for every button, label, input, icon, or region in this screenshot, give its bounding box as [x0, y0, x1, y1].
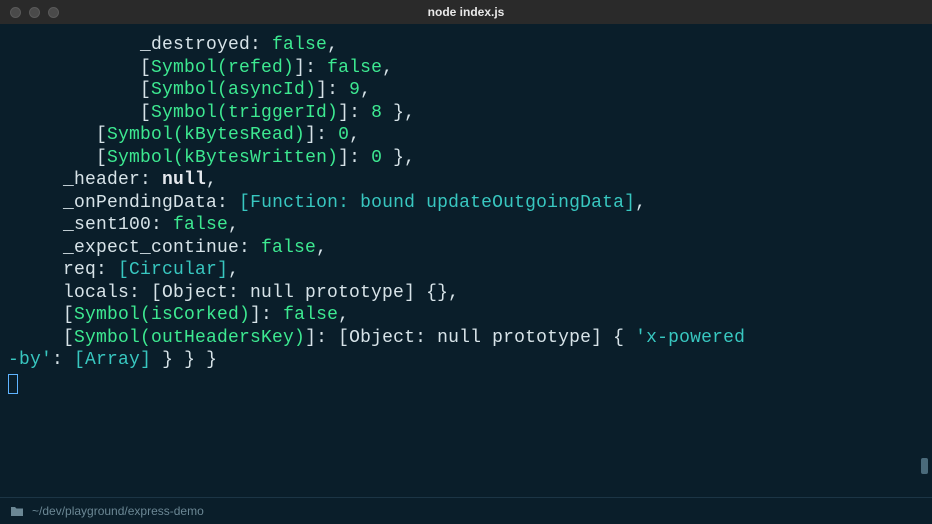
window-minimize-button[interactable] — [29, 7, 40, 18]
terminal-line: _header: null, — [8, 169, 924, 192]
terminal-line: _onPendingData: [Function: bound updateO… — [8, 192, 924, 215]
status-bar: ~/dev/playground/express-demo — [0, 497, 932, 524]
terminal-line: req: [Circular], — [8, 259, 924, 282]
window-zoom-button[interactable] — [48, 7, 59, 18]
terminal-line: [Symbol(kBytesRead)]: 0, — [8, 124, 924, 147]
terminal-line: _destroyed: false, — [8, 34, 924, 57]
terminal-line: [Symbol(outHeadersKey)]: [Object: null p… — [8, 327, 924, 350]
window-close-button[interactable] — [10, 7, 21, 18]
terminal-line: _sent100: false, — [8, 214, 924, 237]
terminal-line: locals: [Object: null prototype] {}, — [8, 282, 924, 305]
status-path: ~/dev/playground/express-demo — [32, 504, 204, 518]
window-title: node index.js — [0, 5, 932, 19]
terminal-line: [Symbol(refed)]: false, — [8, 57, 924, 80]
terminal-line: [Symbol(kBytesWritten)]: 0 }, — [8, 147, 924, 170]
terminal-line: _expect_continue: false, — [8, 237, 924, 260]
window-titlebar: node index.js — [0, 0, 932, 24]
terminal-line: [Symbol(asyncId)]: 9, — [8, 79, 924, 102]
terminal-cursor — [8, 374, 18, 394]
terminal-line: -by': [Array] } } } — [8, 349, 924, 372]
terminal-output[interactable]: _destroyed: false, [Symbol(refed)]: fals… — [0, 24, 932, 395]
window-controls — [0, 7, 59, 18]
terminal-line: [Symbol(triggerId)]: 8 }, — [8, 102, 924, 125]
scrollbar-thumb[interactable] — [921, 458, 928, 474]
terminal-line: [Symbol(isCorked)]: false, — [8, 304, 924, 327]
folder-icon — [10, 505, 24, 517]
